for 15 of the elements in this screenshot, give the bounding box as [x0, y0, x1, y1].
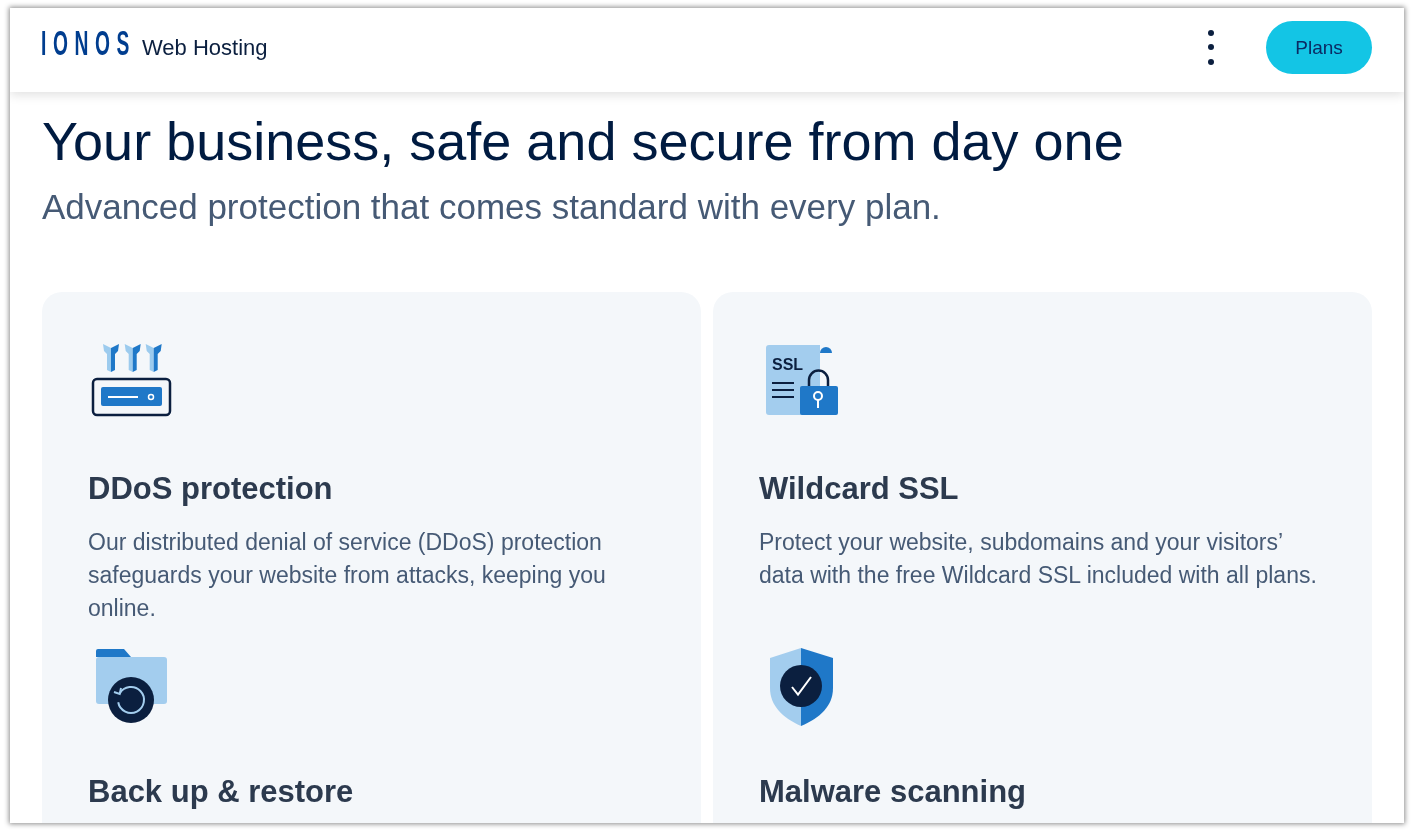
shield-check-icon: [768, 646, 835, 728]
product-name: Web Hosting: [142, 34, 268, 61]
server-arrows-icon: [90, 343, 172, 417]
feature-title: Back up & restore: [88, 773, 355, 811]
feature-title: DDoS protection: [88, 470, 334, 508]
feature-title: Malware scanning: [759, 773, 1028, 811]
more-options-icon[interactable]: [1208, 30, 1214, 65]
plans-button[interactable]: Plans: [1266, 21, 1372, 74]
feature-description: Our distributed denial of service (DDoS) protection safeguards your website from attacks, keeping you online.: [88, 528, 607, 623]
brand-logo[interactable]: IONOS: [41, 25, 137, 60]
page-heading: Your business, safe and secure from day one: [42, 110, 1125, 173]
folder-refresh-icon: [94, 646, 169, 724]
page-subtitle: Advanced protection that comes standard with every plan.: [42, 186, 942, 228]
feature-description: Protect your website, subdomains and your visitors’ data with the free Wildcard SSL included with all plans.: [759, 528, 1318, 590]
feature-title: Wildcard SSL: [759, 470, 960, 508]
